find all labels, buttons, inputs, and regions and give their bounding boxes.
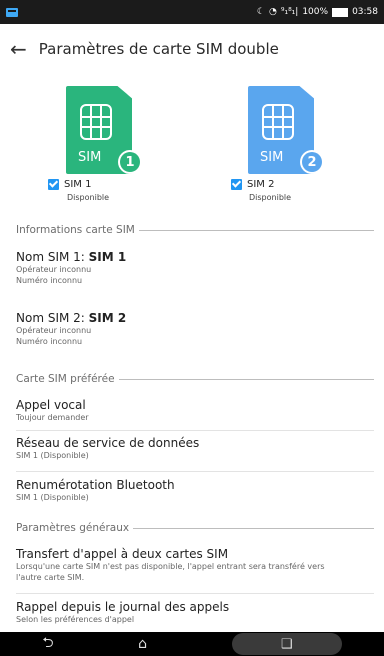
bluetooth-redial-item[interactable]: Renumérotation Bluetooth SIM 1 (Disponib… [16,478,374,503]
page-title: Paramètres de carte SIM double [38,40,279,58]
recents-nav-button[interactable]: ❑ [231,633,342,655]
sim-2-name: SIM 2 [247,179,275,190]
signal-icon: ⁹₁⁸₁| [280,7,299,17]
sim-card-1[interactable]: SIM 1 [66,86,154,174]
section-header-general-settings: Paramètres généraux [16,522,374,534]
recents-icon: ❑ [280,636,293,652]
sim-2-checkbox[interactable] [231,179,242,190]
battery-percent: 100% [302,7,329,17]
divider [16,430,374,431]
data-network-item[interactable]: Réseau de service de données SIM 1 (Disp… [16,436,374,461]
back-nav-icon[interactable]: ⮌ [42,632,53,656]
sim-cards: SIM 1 SIM 1 Disponible SIM 2 SIM 2 Dispo… [0,78,384,218]
message-icon [6,7,18,17]
sim-chip-icon [80,104,112,140]
sim-2-info-item[interactable]: Nom SIM 2: SIM 2 Opérateur inconnu Numér… [16,311,374,347]
status-bar: ☾ ◔ ⁹₁⁸₁| 100% 03:58 [0,0,384,24]
wifi-icon: ◔ [269,7,277,17]
sim-card-label: SIM [260,150,284,165]
divider [16,593,374,594]
dual-sim-call-forwarding-item[interactable]: Transfert d'appel à deux cartes SIM Lors… [16,547,374,583]
sim-card-label: SIM [78,150,102,165]
battery-icon [332,7,349,17]
sim-1-status: Disponible [67,193,110,202]
sim-number-badge: 2 [300,150,324,174]
home-nav-icon[interactable]: ⌂ [138,636,147,652]
sim-1-name: SIM 1 [64,179,92,190]
navigation-bar: ⮌ ⌂ ❑ [0,632,384,656]
sim-number-badge: 1 [118,150,142,174]
section-header-preferred-sim: Carte SIM préférée [16,373,374,385]
divider [16,471,374,472]
sim-1-info-item[interactable]: Nom SIM 1: SIM 1 Opérateur inconnu Numér… [16,250,374,286]
arrow-left-icon[interactable]: ← [10,39,27,59]
app-header: ← Paramètres de carte SIM double [0,24,384,74]
voice-call-item[interactable]: Appel vocal Toujour demander [16,398,374,423]
sim-1-checkbox[interactable] [48,179,59,190]
section-header-sim-info: Informations carte SIM [16,224,374,236]
call-log-redial-item[interactable]: Rappel depuis le journal des appels Selo… [16,600,374,625]
sim-1-checkbox-row[interactable]: SIM 1 [48,179,91,190]
clock: 03:58 [352,7,378,17]
sim-chip-icon [262,104,294,140]
do-not-disturb-icon: ☾ [256,7,265,17]
sim-2-checkbox-row[interactable]: SIM 2 [231,179,274,190]
sim-card-2[interactable]: SIM 2 [248,86,336,174]
sim-2-status: Disponible [249,193,292,202]
